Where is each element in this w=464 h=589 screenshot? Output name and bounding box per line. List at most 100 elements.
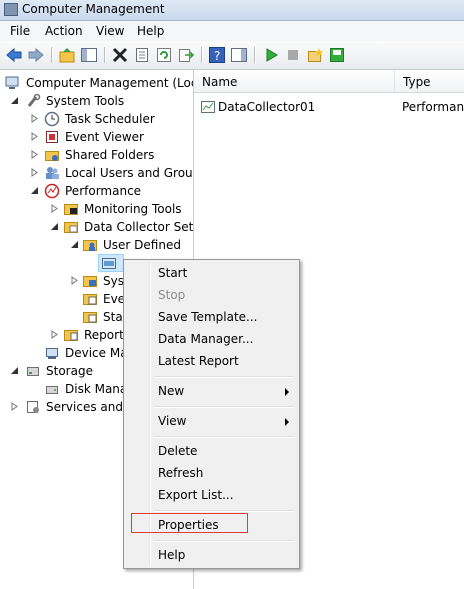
list-row-datacollector01[interactable]: DataCollector01 Performance (200, 98, 464, 116)
tree-item-local-users-groups[interactable]: Local Users and Groups (28, 164, 193, 182)
column-header-type[interactable]: Type (395, 70, 464, 93)
device-manager-icon (46, 348, 58, 359)
user-defined-icon (83, 240, 97, 251)
tree-item-monitoring-tools[interactable]: Monitoring Tools (48, 200, 193, 218)
column-header-name[interactable]: Name (194, 70, 395, 93)
forward-icon[interactable] (27, 46, 45, 64)
tree-label: Services and A (46, 400, 136, 414)
menu-item-help[interactable]: Help (126, 544, 297, 566)
stop-icon[interactable] (284, 46, 302, 64)
tree-item-system[interactable]: Syst (68, 272, 129, 290)
system-folder-icon (83, 276, 97, 287)
tree-item-task-scheduler[interactable]: Task Scheduler (28, 110, 193, 128)
list-item-name: DataCollector01 (218, 100, 316, 114)
toolbar: ? (0, 41, 464, 70)
menu-item-label: Latest Report (158, 354, 239, 368)
tree-label: Shared Folders (65, 148, 155, 162)
tree-item-storage[interactable]: Storage (8, 362, 123, 380)
tree-item-system-tools[interactable]: System Tools (8, 92, 193, 110)
menu-action[interactable]: Action (45, 24, 83, 38)
tree-label: System Tools (46, 94, 125, 108)
collapse-arrow-icon[interactable] (50, 222, 59, 231)
expand-arrow-icon[interactable] (30, 132, 39, 141)
tree-item-shared-folders[interactable]: Shared Folders (28, 146, 193, 164)
menu-item-data-manager[interactable]: Data Manager... (126, 328, 297, 350)
menu-item-save-template[interactable]: Save Template... (126, 306, 297, 328)
computer-management-icon (4, 3, 18, 16)
menu-item-refresh[interactable]: Refresh (126, 462, 297, 484)
tree-label: Data Collector Sets (84, 220, 194, 234)
help-icon[interactable]: ? (208, 46, 226, 64)
menu-item-latest-report[interactable]: Latest Report (126, 350, 297, 372)
back-icon[interactable] (5, 46, 23, 64)
event-trace-folder-icon (83, 294, 97, 305)
tree-label: Storage (46, 364, 93, 378)
reports-folder-icon (64, 330, 78, 341)
expand-arrow-icon[interactable] (50, 204, 59, 213)
new-collector-icon[interactable] (306, 46, 324, 64)
menu-item-label: Refresh (158, 466, 204, 480)
expand-arrow-icon[interactable] (70, 276, 79, 285)
tree-item-selected-collector-set[interactable] (98, 254, 124, 272)
window-title: Computer Management (22, 2, 165, 16)
show-hide-tree-icon[interactable] (80, 46, 98, 64)
tree-item-performance[interactable]: Performance (28, 182, 193, 200)
tree-item-startup-event-trace[interactable]: Star (68, 308, 128, 326)
expand-arrow-icon[interactable] (50, 330, 59, 339)
delete-icon[interactable] (111, 46, 129, 64)
menu-view[interactable]: View (96, 24, 124, 38)
performance-counter-icon (201, 101, 215, 113)
start-icon[interactable] (262, 46, 280, 64)
collapse-arrow-icon[interactable] (70, 240, 79, 249)
menu-item-label: Save Template... (158, 310, 258, 324)
tree-item-computer-management[interactable]: Computer Management (Local (4, 74, 193, 92)
menu-item-label: Help (158, 548, 186, 562)
menu-item-delete[interactable]: Delete (126, 440, 297, 462)
computer-management-icon (5, 76, 19, 89)
services-icon (27, 401, 39, 413)
menu-item-new[interactable]: New (126, 380, 297, 402)
menu-item-view[interactable]: View (126, 410, 297, 432)
performance-icon (44, 183, 60, 199)
properties-sheet-icon[interactable] (133, 46, 151, 64)
expand-arrow-icon[interactable] (30, 150, 39, 159)
tree-item-event-trace-sessions[interactable]: Even (68, 290, 133, 308)
menu-item-label: Start (158, 266, 188, 280)
system-tools-icon (27, 93, 41, 107)
list-item-type: Performance (402, 100, 464, 114)
disk-management-icon (46, 386, 58, 394)
users-icon (46, 167, 59, 179)
collapse-arrow-icon[interactable] (10, 366, 19, 375)
show-hide-action-pane-icon[interactable] (230, 46, 248, 64)
save-icon[interactable] (328, 46, 346, 64)
refresh-icon[interactable] (155, 46, 173, 64)
title-bar: Computer Management (0, 0, 464, 21)
export-list-icon[interactable] (177, 46, 195, 64)
menu-item-export-list[interactable]: Export List... (126, 484, 297, 506)
menu-help[interactable]: Help (137, 24, 164, 38)
tree-item-reports[interactable]: Reports (48, 326, 130, 344)
expand-arrow-icon[interactable] (10, 402, 19, 411)
storage-icon (27, 367, 39, 376)
menu-file[interactable]: File (10, 24, 30, 38)
tree-item-event-viewer[interactable]: Event Viewer (28, 128, 193, 146)
menu-item-stop: Stop (126, 284, 297, 306)
tree-item-disk-management[interactable]: Disk Manag (28, 380, 135, 398)
collapse-arrow-icon[interactable] (30, 186, 39, 195)
folder-data-icon (64, 222, 78, 233)
tree-item-services-applications[interactable]: Services and A (8, 398, 135, 416)
menu-item-label: New (158, 384, 185, 398)
folder-monitor-icon (64, 204, 78, 215)
expand-arrow-icon[interactable] (30, 168, 39, 177)
up-folder-icon[interactable] (58, 46, 76, 64)
tree-item-device-manager[interactable]: Device Man (28, 344, 135, 362)
expand-arrow-icon[interactable] (30, 114, 39, 123)
menu-bar: File Action View Help (0, 21, 464, 41)
tree-label: Performance (65, 184, 142, 198)
tree-item-data-collector-sets[interactable]: Data Collector Sets (48, 218, 193, 236)
submenu-arrow-icon (285, 418, 289, 426)
collapse-arrow-icon[interactable] (10, 96, 19, 105)
tree-item-user-defined[interactable]: User Defined (68, 236, 193, 254)
menu-item-label: View (158, 414, 187, 428)
menu-item-start[interactable]: Start (126, 262, 297, 284)
